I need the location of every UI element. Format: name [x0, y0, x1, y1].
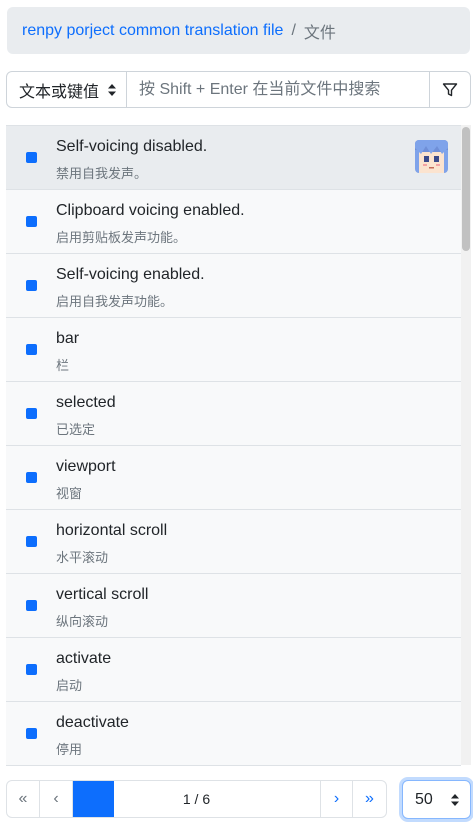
list-item[interactable]: Self-voicing disabled. 禁用自我发声。 — [6, 126, 461, 190]
translation-text: 启用自我发声功能。 — [56, 294, 174, 309]
list-scrollbar[interactable] — [461, 125, 471, 765]
translation-text: 栏 — [56, 358, 70, 373]
source-text: Self-voicing enabled. — [56, 266, 205, 283]
status-dot — [26, 728, 37, 739]
status-dot — [26, 408, 37, 419]
scrollbar-thumb[interactable] — [462, 127, 470, 251]
list-item[interactable]: viewport 视窗 — [6, 446, 461, 510]
list-item[interactable]: bar 栏 — [6, 318, 461, 382]
translation-text: 启动 — [56, 678, 83, 693]
status-dot — [26, 536, 37, 547]
list-item[interactable]: activate 启动 — [6, 638, 461, 702]
status-dot — [26, 280, 37, 291]
page-size-select[interactable]: 50 — [402, 780, 471, 819]
source-text: Self-voicing disabled. — [56, 138, 208, 155]
list-item[interactable]: horizontal scroll 水平滚动 — [6, 510, 461, 574]
status-dot — [26, 664, 37, 675]
translation-text: 已选定 — [56, 422, 96, 437]
status-dot — [26, 472, 37, 483]
page-progress: 1 / 6 — [73, 781, 320, 817]
translation-text: 视窗 — [56, 486, 83, 501]
translation-text: 纵向滚动 — [56, 614, 109, 629]
first-page-button[interactable]: « — [7, 781, 40, 817]
list-item[interactable]: vertical scroll 纵向滚动 — [6, 574, 461, 638]
status-dot — [26, 600, 37, 611]
status-dot — [26, 344, 37, 355]
list-item[interactable]: deactivate 停用 — [6, 702, 461, 766]
page-indicator: 1 / 6 — [182, 791, 211, 807]
prev-page-button[interactable]: ‹ — [40, 781, 73, 817]
source-text: viewport — [56, 458, 116, 475]
source-text: deactivate — [56, 714, 129, 731]
avatar — [415, 140, 448, 173]
list-item[interactable]: selected 已选定 — [6, 382, 461, 446]
source-text: Clipboard voicing enabled. — [56, 202, 245, 219]
breadcrumb: renpy porject common translation file / … — [7, 7, 470, 54]
translation-text: 启用剪贴板发声功能。 — [56, 230, 187, 245]
breadcrumb-separator: / — [291, 21, 296, 39]
source-text: bar — [56, 330, 80, 347]
next-page-button[interactable]: › — [320, 781, 353, 817]
pagination: « ‹ 1 / 6 › » — [6, 780, 387, 818]
search-bar: 文本或键值 — [6, 71, 471, 108]
search-mode-label: 文本或键值 — [19, 83, 100, 101]
translation-list: Self-voicing disabled. 禁用自我发声。 Clipboard… — [6, 125, 461, 766]
breadcrumb-project-link[interactable]: renpy porject common translation file — [22, 22, 283, 40]
page-size-value: 50 — [415, 790, 433, 808]
sort-icon — [451, 794, 459, 806]
search-input[interactable] — [127, 71, 429, 108]
status-dot — [26, 216, 37, 227]
source-text: horizontal scroll — [56, 522, 168, 539]
search-mode-select[interactable]: 文本或键值 — [6, 71, 127, 108]
translation-text: 水平滚动 — [56, 550, 109, 565]
breadcrumb-current: 文件 — [303, 24, 336, 42]
list-item[interactable]: Self-voicing enabled. 启用自我发声功能。 — [6, 254, 461, 318]
list-item[interactable]: Clipboard voicing enabled. 启用剪贴板发声功能。 — [6, 190, 461, 254]
status-dot — [26, 152, 37, 163]
last-page-button[interactable]: » — [353, 781, 386, 817]
sort-icon — [108, 84, 116, 96]
source-text: selected — [56, 394, 116, 411]
source-text: activate — [56, 650, 112, 667]
filter-button[interactable] — [429, 71, 471, 108]
source-text: vertical scroll — [56, 586, 149, 603]
translation-text: 停用 — [56, 742, 83, 757]
filter-icon — [442, 82, 458, 96]
page-progress-fill — [73, 781, 115, 817]
translation-text: 禁用自我发声。 — [56, 166, 148, 181]
